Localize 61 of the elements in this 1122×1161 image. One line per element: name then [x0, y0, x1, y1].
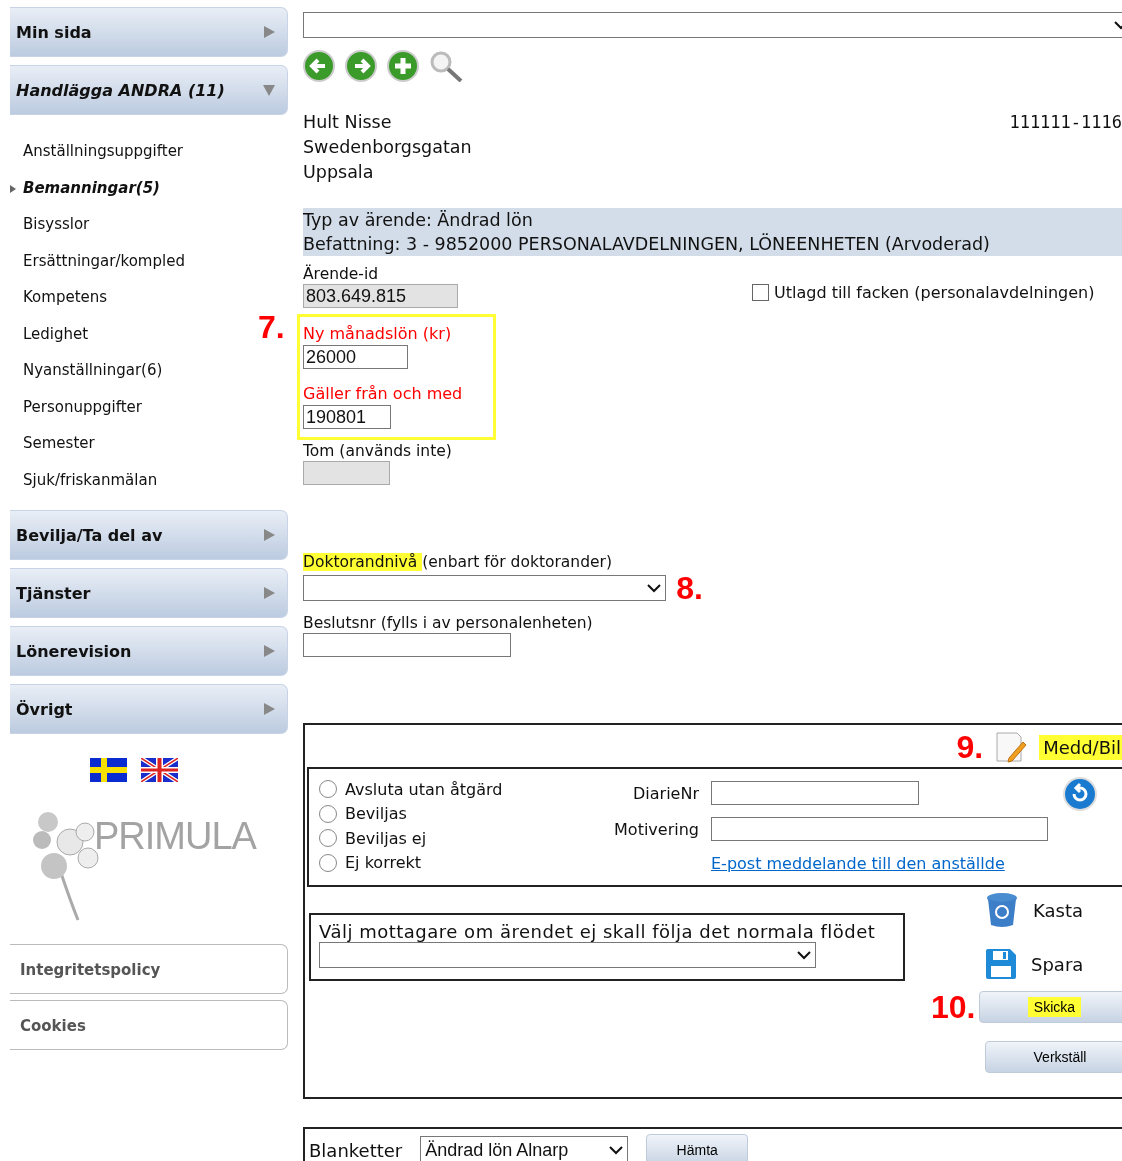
- discard-label[interactable]: Kasta: [1033, 899, 1083, 921]
- menu-item[interactable]: Bemanningar(5): [10, 169, 160, 206]
- menu-section-button[interactable]: Handlägga ANDRA (11): [10, 65, 288, 115]
- menu-item[interactable]: Anställningsuppgifter: [10, 133, 184, 170]
- step-number: 7.: [258, 311, 285, 343]
- menu-section-button[interactable]: Tjänster: [10, 568, 288, 618]
- field-label: Blanketter: [309, 1139, 403, 1161]
- field-label: Välj mottagare om ärendet ej skall följa det normala flödet: [319, 921, 877, 942]
- menu-item[interactable]: Personuppgifter: [10, 388, 142, 425]
- menu-section-label: Handlägga ANDRA (11): [16, 80, 225, 100]
- menu-item[interactable]: Ledighet: [10, 315, 89, 352]
- menu-item[interactable]: Ersättningar/kompled: [10, 242, 185, 279]
- field-label: Beslutsnr (fylls i av personalenheten): [303, 614, 594, 633]
- field-label: Gäller från och med: [303, 383, 464, 405]
- radio-label: Avsluta utan åtgärd: [345, 779, 503, 799]
- select-field[interactable]: Ändrad lön Alnarp: [420, 1136, 629, 1161]
- menu-item[interactable]: Bisysslor: [10, 206, 90, 243]
- footer-link[interactable]: Cookies: [10, 1000, 288, 1050]
- field-label: Motivering: [613, 820, 699, 839]
- menu-item[interactable]: Nyanställningar(6): [10, 352, 163, 389]
- personal-id: 111111-1116: [1009, 111, 1122, 134]
- radio-label: Beviljas ej: [345, 828, 427, 848]
- city: Uppsala: [303, 161, 375, 184]
- menu-section-label: Övrigt: [16, 699, 73, 719]
- fetch-button[interactable]: Hämta: [646, 1134, 749, 1161]
- step-number: 9.: [956, 731, 984, 763]
- send-button[interactable]: Skicka: [979, 991, 1122, 1023]
- radio-label: Beviljas: [345, 804, 407, 824]
- menu-section-label: Tjänster: [16, 583, 91, 603]
- case-header-line: Befattning: 3 - 9852000 PERSONALAVDELNINGEN, LÖNEENHETEN (Arvoderad): [303, 232, 991, 256]
- person-name: Hult Nisse: [303, 111, 393, 134]
- menu-section-label: Bevilja/Ta del av: [16, 525, 163, 545]
- footer-link[interactable]: Integritetspolicy: [10, 944, 288, 994]
- menu-section-button[interactable]: Min sida: [10, 7, 288, 57]
- email-link[interactable]: E-post meddelande till den anställde: [711, 853, 1049, 873]
- field-label: Tom (används inte): [303, 442, 453, 461]
- attachments-link[interactable]: Medd/Bil: [1039, 734, 1122, 760]
- menu-item[interactable]: Kompetens: [10, 279, 108, 316]
- logo-text: PRIMULA: [94, 814, 256, 858]
- save-label[interactable]: Spara: [1031, 953, 1084, 975]
- step-number: 8.: [676, 572, 703, 604]
- menu-section-button[interactable]: Bevilja/Ta del av: [10, 510, 288, 560]
- field-label: Ärende-id: [303, 265, 380, 284]
- input-field[interactable]: 190801: [303, 405, 391, 429]
- field-label: DiarieNr: [632, 783, 699, 803]
- field-label: Doktorandnivå (enbart för doktorander): [303, 553, 613, 572]
- case-id-field: 803.649.815: [303, 284, 458, 308]
- checkbox-label: Utlagd till facken (personalavdelningen): [774, 283, 1095, 302]
- execute-button[interactable]: Verkställ: [985, 1041, 1122, 1073]
- menu-section-label: Lönerevision: [16, 641, 132, 661]
- field-label: Ny månadslön (kr): [303, 323, 453, 345]
- menu-section-label: Min sida: [16, 22, 92, 42]
- menu-section-button[interactable]: Övrigt: [10, 684, 288, 734]
- step-number: 10.: [931, 991, 976, 1023]
- menu-section-button[interactable]: Lönerevision: [10, 626, 288, 676]
- menu-item[interactable]: Sjuk/friskanmälan: [10, 461, 158, 498]
- input-field[interactable]: 26000: [303, 345, 408, 369]
- case-header-line: Typ av ärende: Ändrad lön: [303, 209, 534, 232]
- menu-item[interactable]: Semester: [10, 425, 95, 462]
- radio-label: Ej korrekt: [345, 853, 422, 873]
- street-address: Swedenborgsgatan: [303, 136, 472, 159]
